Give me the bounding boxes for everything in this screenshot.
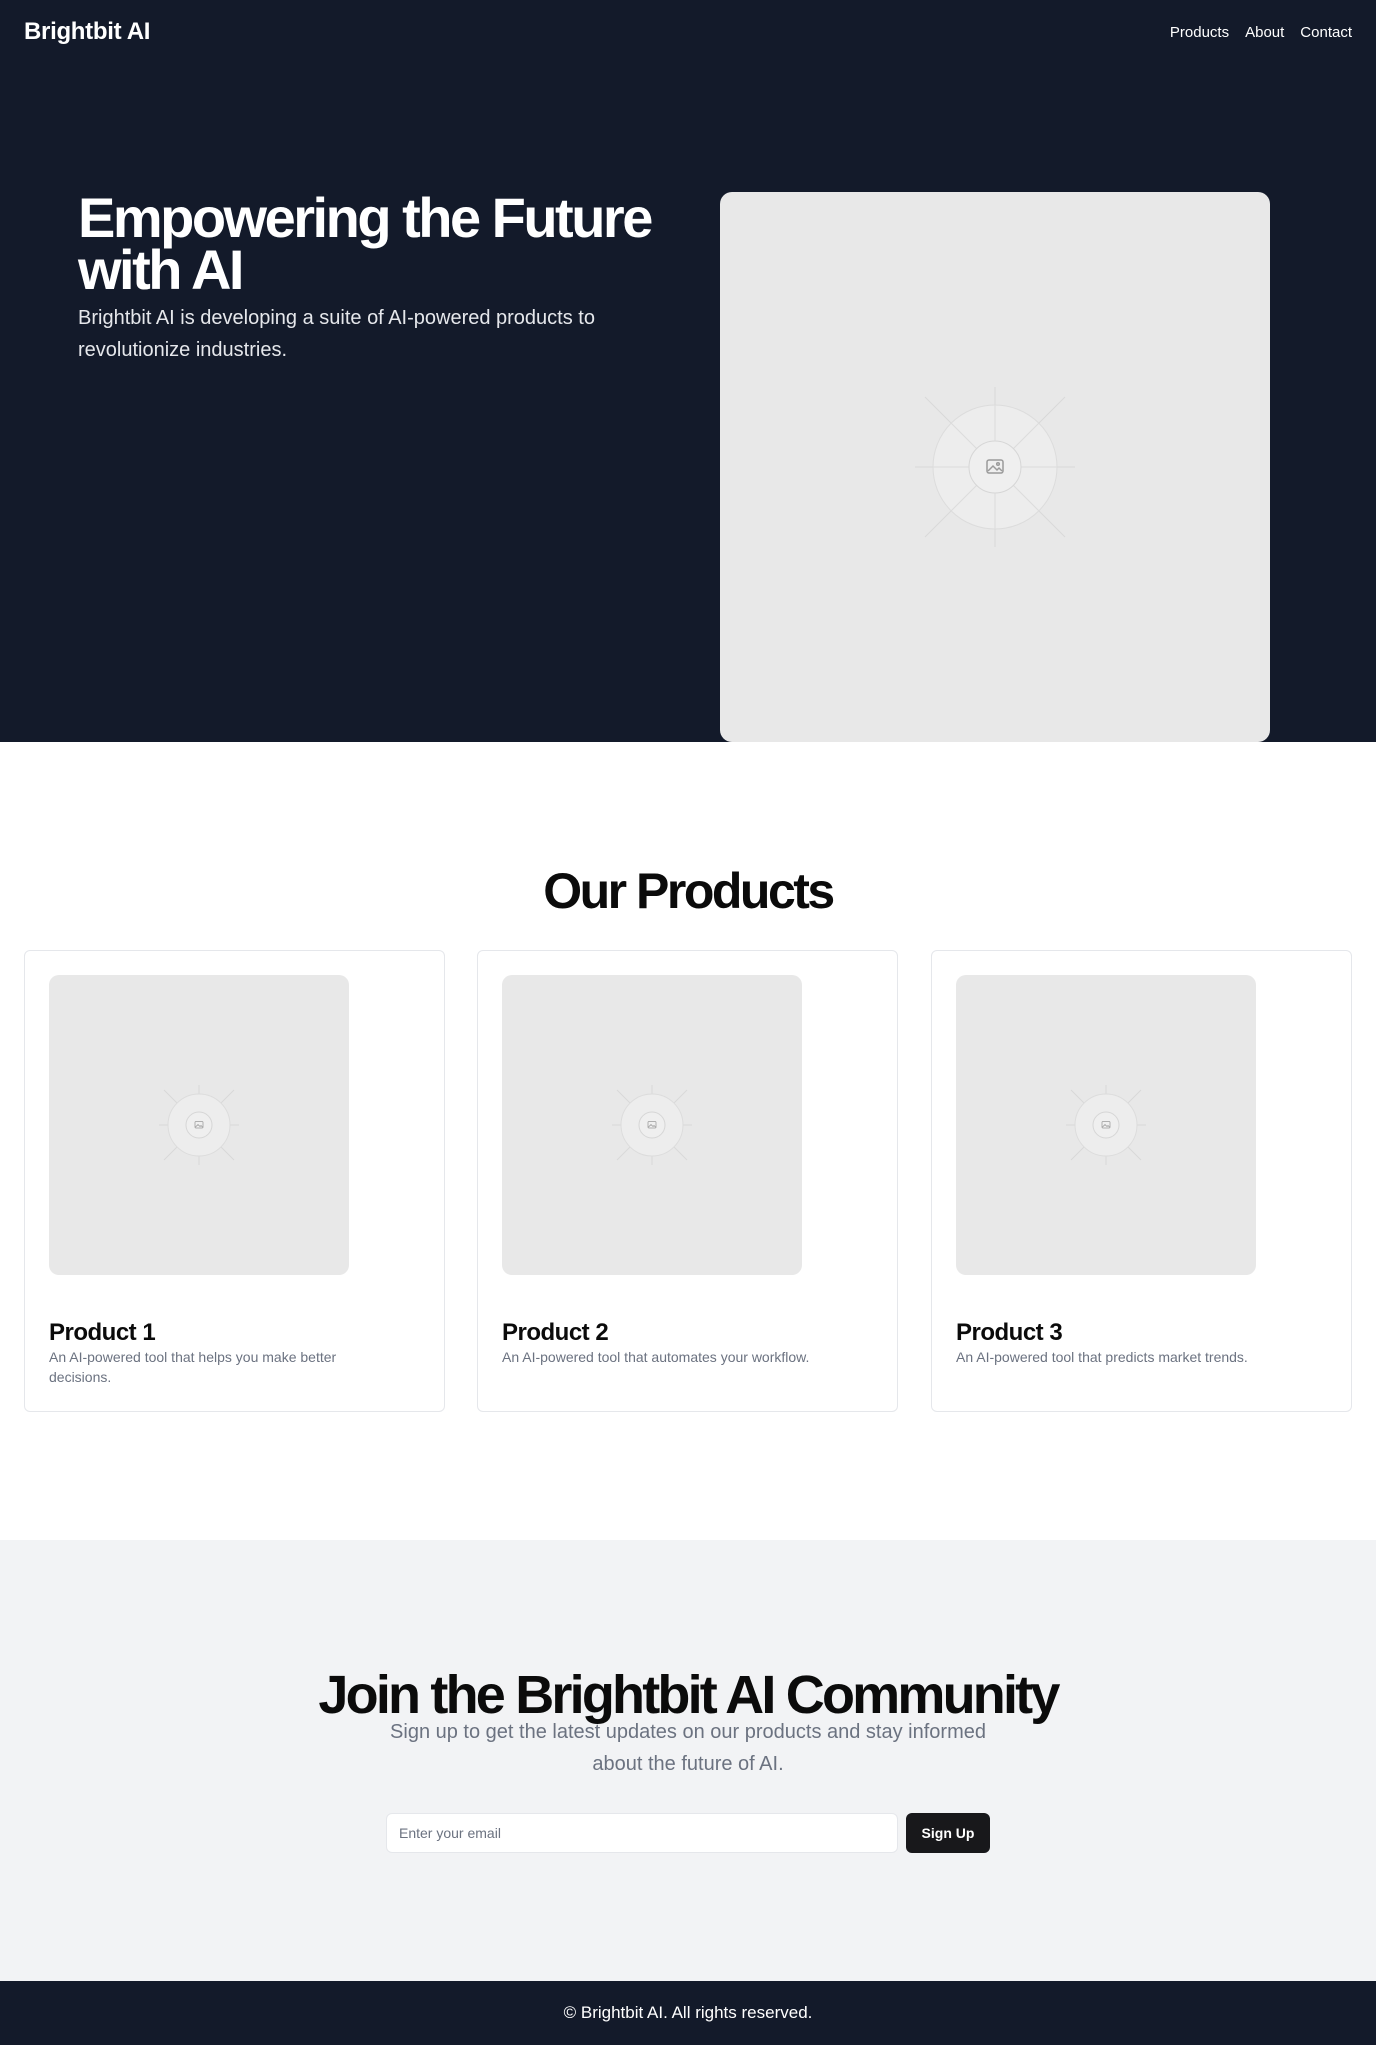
- signup-form: Sign Up: [386, 1813, 990, 1853]
- product-card-2[interactable]: Product 2 An AI-powered tool that automa…: [477, 950, 898, 1412]
- brand-logo[interactable]: Brightbit AI: [24, 18, 150, 46]
- product-description: An AI-powered tool that predicts market …: [956, 1349, 1248, 1365]
- product-description: An AI-powered tool that automates your w…: [502, 1349, 810, 1365]
- sign-up-button[interactable]: Sign Up: [906, 1813, 990, 1853]
- community-subtitle: Sign up to get the latest updates on our…: [390, 1721, 986, 1775]
- image-placeholder-icon: [1066, 1085, 1146, 1165]
- product-title: Product 2: [502, 1319, 609, 1346]
- hero-section: Empowering the Future with AI Brightbit …: [0, 64, 1376, 742]
- site-header: Brightbit AI Products About Contact: [0, 0, 1376, 64]
- product-card-3[interactable]: Product 3 An AI-powered tool that predic…: [931, 950, 1352, 1412]
- image-placeholder-icon: [915, 387, 1075, 547]
- products-title: Our Products: [543, 863, 835, 919]
- product-image-placeholder: [502, 975, 802, 1275]
- product-card-1[interactable]: Product 1 An AI-powered tool that helps …: [24, 950, 445, 1412]
- main-nav: Products About Contact: [1170, 24, 1352, 41]
- hero-image-placeholder: [720, 192, 1270, 742]
- product-description: An AI-powered tool that helps you make b…: [49, 1349, 337, 1385]
- hero-title: Empowering the Future with AI: [78, 186, 653, 301]
- product-title: Product 1: [49, 1319, 156, 1346]
- product-image-placeholder: [956, 975, 1256, 1275]
- site-footer: © Brightbit AI. All rights reserved.: [0, 1981, 1376, 2045]
- copyright-text: © Brightbit AI. All rights reserved.: [563, 2003, 813, 2022]
- hero-text: Empowering the Future with AI Brightbit …: [78, 186, 678, 366]
- email-input[interactable]: [386, 1813, 898, 1853]
- nav-link-contact[interactable]: Contact: [1300, 24, 1352, 41]
- hero-subtitle: Brightbit AI is developing a suite of AI…: [78, 307, 595, 361]
- image-placeholder-icon: [612, 1085, 692, 1165]
- products-section: Our Products Product 1 An AI-powered too…: [0, 742, 1376, 1540]
- product-image-placeholder: [49, 975, 349, 1275]
- community-section: Join the Brightbit AI Community Sign up …: [0, 1540, 1376, 1981]
- nav-link-products[interactable]: Products: [1170, 24, 1229, 41]
- image-placeholder-icon: [159, 1085, 239, 1165]
- nav-link-about[interactable]: About: [1245, 24, 1284, 41]
- product-title: Product 3: [956, 1319, 1063, 1346]
